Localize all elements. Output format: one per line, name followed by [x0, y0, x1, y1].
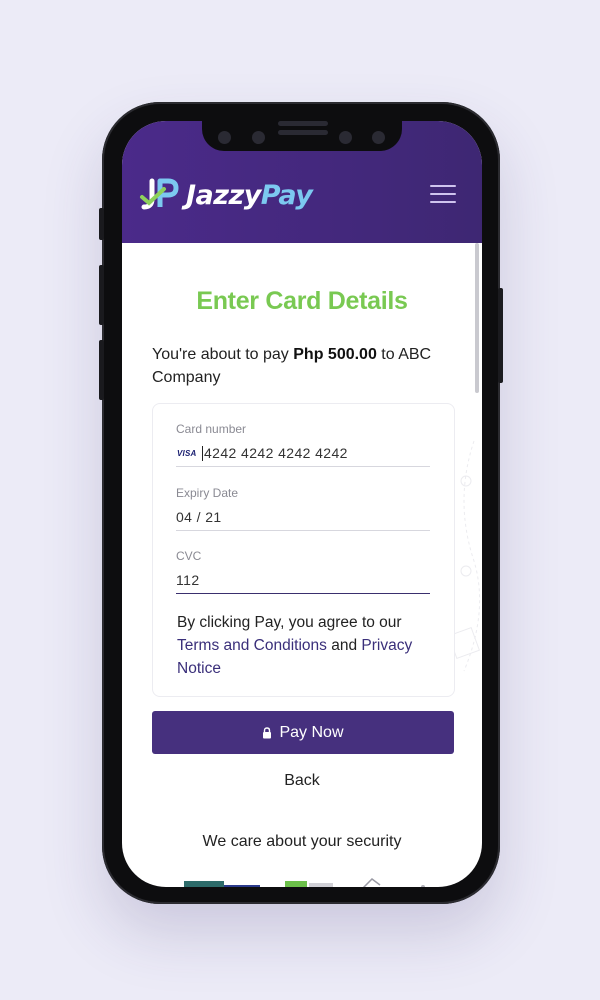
cvc-underline: [176, 593, 430, 594]
security-badges: [182, 877, 442, 887]
front-camera: [252, 131, 265, 144]
expiry-date-underline: [176, 530, 430, 531]
logo-text-primary: Jazzy: [186, 179, 261, 211]
terms-link[interactable]: Terms and Conditions: [177, 637, 327, 654]
agree-prefix: By clicking Pay, you agree to our: [177, 614, 402, 631]
card-number-input[interactable]: 4242 4242 4242 4242: [204, 445, 348, 461]
scrollbar[interactable]: [475, 243, 479, 393]
card-number-label: Card number: [176, 422, 247, 436]
expiry-date-input[interactable]: 04 / 21: [176, 509, 222, 525]
hamburger-menu-icon[interactable]: [430, 185, 456, 205]
lock-icon: [263, 726, 272, 738]
phone-screen: JazzyPay Enter Card Details You're about…: [122, 121, 482, 887]
back-link[interactable]: Back: [122, 772, 482, 790]
card-number-underline: [176, 466, 430, 467]
compliance-badge-icon: [285, 881, 333, 887]
proximity-sensor: [339, 131, 352, 144]
pay-now-label: Pay Now: [279, 723, 344, 741]
power-button: [498, 288, 503, 383]
terms-agreement-text: By clicking Pay, you agree to our Terms …: [177, 611, 442, 680]
front-sensor: [218, 131, 231, 144]
agree-and: and: [326, 637, 362, 654]
text-cursor: [202, 446, 203, 461]
secure-seal-icon: [362, 878, 381, 887]
pay-amount: Php 500.00: [293, 346, 377, 363]
logo-text-secondary: Pay: [260, 179, 313, 211]
jp-monogram-icon: [140, 178, 179, 210]
partner-badge-icon: [421, 885, 425, 887]
cvc-label: CVC: [176, 549, 202, 563]
security-heading: We care about your security: [202, 833, 402, 850]
pci-dss-badge-icon: [184, 881, 260, 887]
volume-down-button: [99, 340, 104, 400]
volume-up-button: [99, 265, 104, 325]
expiry-date-label: Expiry Date: [176, 486, 239, 500]
pay-prefix: You're about to pay: [152, 346, 294, 363]
earpiece-speaker: [278, 121, 328, 126]
earpiece-speaker-lower: [278, 130, 328, 135]
jazzypay-logo[interactable]: JazzyPay: [138, 175, 313, 215]
visa-card-brand-icon: VISA: [177, 449, 197, 458]
cvc-input[interactable]: 112: [176, 572, 200, 588]
mute-switch: [99, 208, 104, 240]
pay-now-button[interactable]: Pay Now: [152, 711, 454, 754]
face-id-sensor: [372, 131, 385, 144]
payment-summary: You're about to pay Php 500.00 to ABC Co…: [152, 343, 452, 389]
page-title: Enter Card Details: [196, 287, 408, 315]
